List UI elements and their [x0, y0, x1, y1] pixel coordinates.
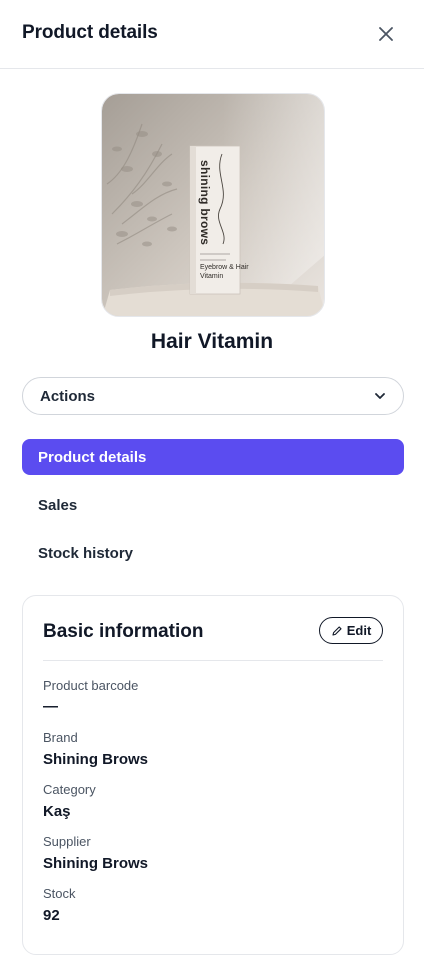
- product-label-line1: Eyebrow & Hair: [200, 264, 249, 271]
- field-value-supplier: Shining Brows: [43, 855, 148, 872]
- field-label-brand: Brand: [43, 730, 78, 745]
- card-title: Basic information: [43, 621, 204, 642]
- divider: [43, 660, 383, 661]
- field-label-barcode: Product barcode: [43, 678, 139, 693]
- actions-dropdown[interactable]: Actions: [22, 377, 404, 415]
- field-label-supplier: Supplier: [43, 834, 91, 849]
- product-image: shining brows Eyebrow & Hair Vitamin: [101, 93, 325, 317]
- tab-stock-history[interactable]: Stock history: [22, 535, 404, 571]
- tab-sales[interactable]: Sales: [22, 487, 404, 523]
- field-label-category: Category: [43, 782, 96, 797]
- field-value-category: Kaş: [43, 803, 71, 820]
- edit-label: Edit: [346, 623, 372, 638]
- field-label-stock: Stock: [43, 886, 76, 901]
- field-value-barcode: —: [43, 698, 58, 715]
- chevron-down-icon: [375, 393, 385, 399]
- product-label-line2: Vitamin: [200, 273, 224, 280]
- actions-label: Actions: [40, 387, 96, 405]
- product-photo: [102, 94, 324, 316]
- pencil-icon: [332, 625, 342, 636]
- basic-information-card: Basic information Edit Product barcode —…: [22, 595, 404, 955]
- header: Product details: [0, 0, 424, 69]
- product-name: Hair Vitamin: [150, 330, 274, 353]
- field-value-brand: Shining Brows: [43, 751, 148, 768]
- page-title: Product details: [22, 22, 158, 43]
- edit-button[interactable]: Edit: [319, 617, 383, 644]
- close-icon: [379, 27, 393, 41]
- close-button[interactable]: [372, 20, 400, 48]
- tab-product-details[interactable]: Product details: [22, 439, 404, 475]
- field-value-stock: 92: [43, 907, 60, 924]
